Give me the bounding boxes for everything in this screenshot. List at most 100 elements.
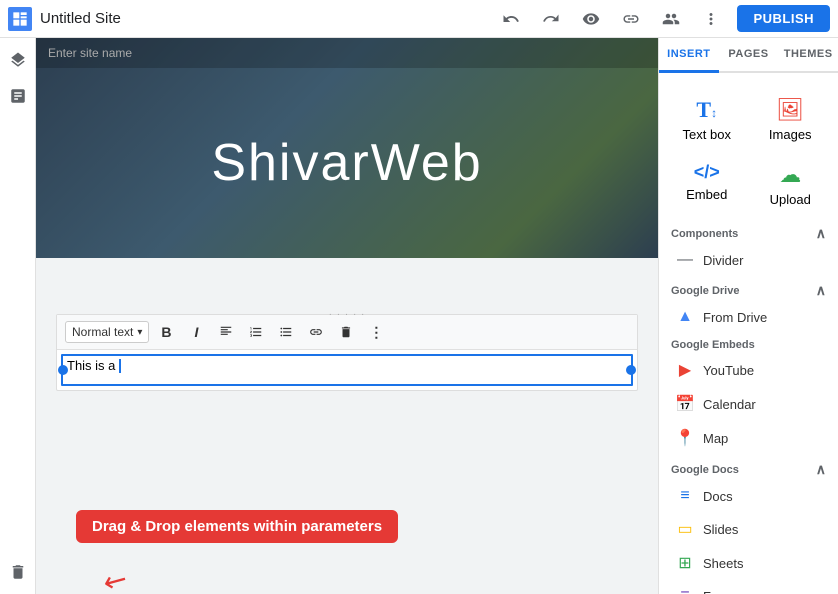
drag-drop-tooltip: Drag & Drop elements within parameters [76,510,398,543]
text-style-label: Normal text [72,325,133,339]
align-button[interactable] [213,319,239,345]
components-section-header: Components ∧ [659,219,838,244]
sheets-icon: ⊞ [675,553,695,573]
undo-button[interactable] [497,5,525,33]
insert-embed[interactable]: </> Embed [667,154,747,215]
google-drive-section-header: Google Drive ∧ [659,276,838,301]
insert-divider[interactable]: — Divider [659,244,838,276]
google-docs-label: Google Docs [671,464,739,476]
italic-button[interactable]: I [183,319,209,345]
unordered-list-button[interactable] [273,319,299,345]
publish-button[interactable]: PUBLISH [737,5,830,32]
editor-text: This is a [67,358,115,373]
embed-label: Embed [686,187,727,202]
sheets-label: Sheets [703,556,743,571]
forms-icon: ≡ [675,587,695,594]
google-embeds-label: Google Embeds [671,339,755,351]
from-drive-label: From Drive [703,310,767,325]
link-button[interactable] [617,5,645,33]
more-menu-button[interactable] [697,5,725,33]
slides-label: Slides [703,522,738,537]
map-icon: 📍 [675,428,695,448]
main-layout: Enter site name ShivarWeb Drag & Drop el… [0,38,838,594]
insert-panel: T↕ Text box 🖼 Images </> Embed ☁ Upload [659,73,838,594]
right-sidebar: INSERT PAGES THEMES T↕ Text box 🖼 Images… [658,38,838,594]
slides-icon: ▭ [675,519,695,539]
docs-label: Docs [703,489,733,504]
left-icon-pages[interactable] [4,82,32,110]
divider-label: Divider [703,253,743,268]
editor-toolbar: Normal text ▾ B I [57,315,637,350]
selection-handle-right[interactable] [626,365,636,375]
site-banner-title: ShivarWeb [36,68,658,258]
tab-insert[interactable]: INSERT [659,38,719,73]
drag-handle[interactable]: ⠿ [36,344,37,361]
embed-icon: </> [694,162,720,183]
google-docs-section-header: Google Docs ∧ [659,455,838,480]
tab-themes[interactable]: THEMES [778,38,838,71]
left-icon-delete[interactable] [4,558,32,586]
insert-sheets[interactable]: ⊞ Sheets [659,546,838,580]
editor-content[interactable]: This is a [57,350,637,390]
canvas-area[interactable]: Enter site name ShivarWeb Drag & Drop el… [36,38,658,594]
components-collapse-button[interactable]: ∧ [816,225,826,242]
youtube-icon: ▶ [675,360,695,380]
tab-pages[interactable]: PAGES [719,38,779,71]
google-docs-collapse-button[interactable]: ∧ [816,461,826,478]
insert-youtube[interactable]: ▶ YouTube [659,353,838,387]
forms-label: Forms [703,589,740,594]
calendar-icon: 📅 [675,394,695,414]
ordered-list-button[interactable] [243,319,269,345]
site-title: Untitled Site [40,10,121,27]
components-label: Components [671,228,738,240]
from-drive-icon: ▲ [675,308,695,326]
insert-text-box[interactable]: T↕ Text box [667,89,747,150]
insert-calendar[interactable]: 📅 Calendar [659,387,838,421]
link-insert-button[interactable] [303,319,329,345]
redo-button[interactable] [537,5,565,33]
map-label: Map [703,431,728,446]
editor-cursor [119,359,121,373]
text-style-dropdown[interactable]: Normal text ▾ [65,321,149,343]
google-drive-collapse-button[interactable]: ∧ [816,282,826,299]
left-sidebar [0,38,36,594]
insert-map[interactable]: 📍 Map [659,421,838,455]
insert-from-drive[interactable]: ▲ From Drive [659,301,838,333]
youtube-label: YouTube [703,363,754,378]
insert-upload[interactable]: ☁ Upload [751,154,831,215]
insert-forms[interactable]: ≡ Forms [659,580,838,594]
insert-images[interactable]: 🖼 Images [751,89,831,150]
text-editor[interactable]: · · · · · ⠿ Normal text ▾ B I [56,314,638,391]
text-box-icon: T↕ [696,97,717,123]
insert-docs[interactable]: ≡ Docs [659,480,838,512]
site-name-bar[interactable]: Enter site name [36,38,658,68]
app-logo [8,7,32,31]
resize-handle-top[interactable]: · · · · · [329,309,366,320]
more-options-button[interactable]: ⋮ [363,319,389,345]
images-icon: 🖼 [776,97,804,123]
topbar-actions: PUBLISH [497,5,830,33]
canvas-blank-area[interactable] [36,391,658,511]
upload-icon: ☁ [779,162,801,188]
sidebar-tabs: INSERT PAGES THEMES [659,38,838,73]
site-header-banner: Enter site name ShivarWeb [36,38,658,258]
insert-slides[interactable]: ▭ Slides [659,512,838,546]
left-icon-layers[interactable] [4,46,32,74]
google-drive-label: Google Drive [671,285,739,297]
insert-icons-grid: T↕ Text box 🖼 Images </> Embed ☁ Upload [659,81,838,219]
topbar: Untitled Site PUBLISH [0,0,838,38]
share-button[interactable] [657,5,685,33]
upload-label: Upload [770,192,811,207]
images-label: Images [769,127,812,142]
bold-button[interactable]: B [153,319,179,345]
text-box-label: Text box [683,127,731,142]
google-embeds-section-header: Google Embeds [659,333,838,353]
delete-element-button[interactable] [333,319,359,345]
dropdown-arrow-icon: ▾ [137,327,142,338]
divider-icon: — [675,251,695,269]
calendar-label: Calendar [703,397,756,412]
editor-text-line: This is a [67,358,627,373]
docs-icon: ≡ [675,487,695,505]
preview-button[interactable] [577,5,605,33]
drag-drop-arrow: ↙ [97,560,134,594]
